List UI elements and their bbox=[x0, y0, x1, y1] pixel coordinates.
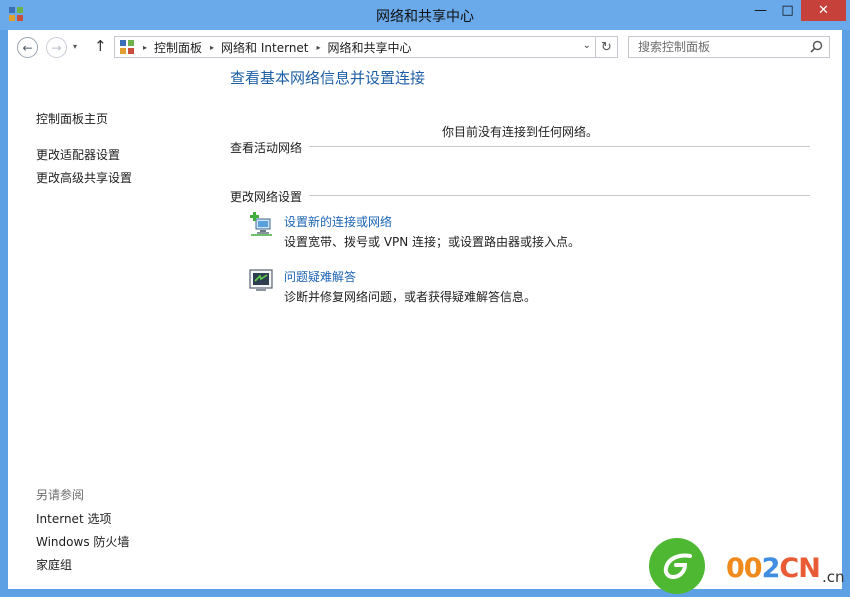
network-setup-icon[interactable] bbox=[248, 212, 274, 238]
change-advanced-sharing-link[interactable]: 更改高级共享设置 bbox=[36, 169, 132, 186]
watermark-text-part3: CN bbox=[779, 553, 820, 584]
see-also-heading: 另请参阅 bbox=[36, 488, 85, 502]
watermark-text-part2: 2 bbox=[761, 553, 781, 584]
troubleshoot-description: 诊断并修复网络问题，或者获得疑难解答信息。 bbox=[284, 290, 537, 304]
breadcrumb-separator[interactable]: ▸ bbox=[317, 43, 321, 52]
watermark-logo bbox=[649, 538, 705, 594]
section-divider bbox=[309, 195, 810, 196]
windows-firewall-link[interactable]: Windows 防火墙 bbox=[36, 533, 129, 550]
minimize-button[interactable]: — bbox=[747, 0, 774, 21]
active-networks-heading: 查看活动网络 bbox=[230, 141, 303, 155]
setup-connection-description: 设置宽带、拨号或 VPN 连接；或设置路由器或接入点。 bbox=[284, 235, 581, 249]
control-panel-home-link[interactable]: 控制面板主页 bbox=[36, 110, 108, 127]
back-button[interactable]: ← bbox=[17, 37, 38, 58]
breadcrumb-network-internet[interactable]: 网络和 Internet bbox=[221, 39, 308, 56]
window-frame: 网络和共享中心 — □ ✕ ← → ▾ ↑ ▸ 控制面板 ▸ 网络和 Inter… bbox=[0, 0, 850, 597]
search-box bbox=[628, 36, 830, 58]
homegroup-link[interactable]: 家庭组 bbox=[36, 556, 72, 573]
close-button[interactable]: ✕ bbox=[801, 0, 846, 21]
breadcrumb-separator[interactable]: ▸ bbox=[210, 43, 214, 52]
internet-options-link[interactable]: Internet 选项 bbox=[36, 510, 111, 527]
section-divider bbox=[309, 146, 810, 147]
window-title: 网络和共享中心 bbox=[376, 9, 474, 25]
address-dropdown-button[interactable]: ⌄ bbox=[583, 40, 591, 51]
search-input[interactable] bbox=[629, 37, 805, 57]
up-button[interactable]: ↑ bbox=[94, 37, 107, 55]
watermark-leaf-icon bbox=[663, 553, 692, 579]
maximize-button[interactable]: □ bbox=[774, 0, 801, 21]
main-content: 查看基本网络信息并设置连接 查看活动网络 你目前没有连接到任何网络。 更改网络设… bbox=[230, 64, 820, 589]
navigation-bar: ← → ▾ ↑ ▸ 控制面板 ▸ 网络和 Internet ▸ 网络和共享中心 … bbox=[8, 30, 842, 64]
breadcrumb-network-sharing-center[interactable]: 网络和共享中心 bbox=[328, 39, 412, 56]
troubleshoot-link[interactable]: 问题疑难解答 bbox=[284, 268, 356, 285]
breadcrumb-control-panel[interactable]: 控制面板 bbox=[154, 39, 202, 56]
search-icon[interactable] bbox=[810, 40, 823, 53]
recent-locations-button[interactable]: ▾ bbox=[73, 42, 77, 51]
window-client: ← → ▾ ↑ ▸ 控制面板 ▸ 网络和 Internet ▸ 网络和共享中心 … bbox=[8, 30, 842, 589]
troubleshoot-icon[interactable] bbox=[248, 267, 274, 293]
setup-connection-link[interactable]: 设置新的连接或网络 bbox=[284, 213, 392, 230]
change-settings-heading: 更改网络设置 bbox=[230, 190, 303, 204]
refresh-button[interactable]: ↻ bbox=[595, 37, 617, 57]
change-adapter-settings-link[interactable]: 更改适配器设置 bbox=[36, 146, 120, 163]
watermark-text: 002CN bbox=[726, 553, 821, 584]
no-network-text: 你目前没有连接到任何网络。 bbox=[442, 125, 599, 139]
watermark-text-part1: 00 bbox=[726, 553, 763, 584]
forward-button[interactable]: → bbox=[46, 37, 67, 58]
control-panel-icon bbox=[120, 40, 134, 54]
watermark-suffix: .cn bbox=[822, 568, 845, 586]
page-title: 查看基本网络信息并设置连接 bbox=[230, 69, 426, 87]
breadcrumb-separator[interactable]: ▸ bbox=[143, 43, 147, 52]
address-bar[interactable]: ▸ 控制面板 ▸ 网络和 Internet ▸ 网络和共享中心 ⌄ ↻ bbox=[114, 36, 618, 58]
title-bar[interactable]: 网络和共享中心 — □ ✕ bbox=[0, 0, 850, 30]
left-pane: 控制面板主页 更改适配器设置 更改高级共享设置 另请参阅 Internet 选项… bbox=[8, 64, 208, 589]
